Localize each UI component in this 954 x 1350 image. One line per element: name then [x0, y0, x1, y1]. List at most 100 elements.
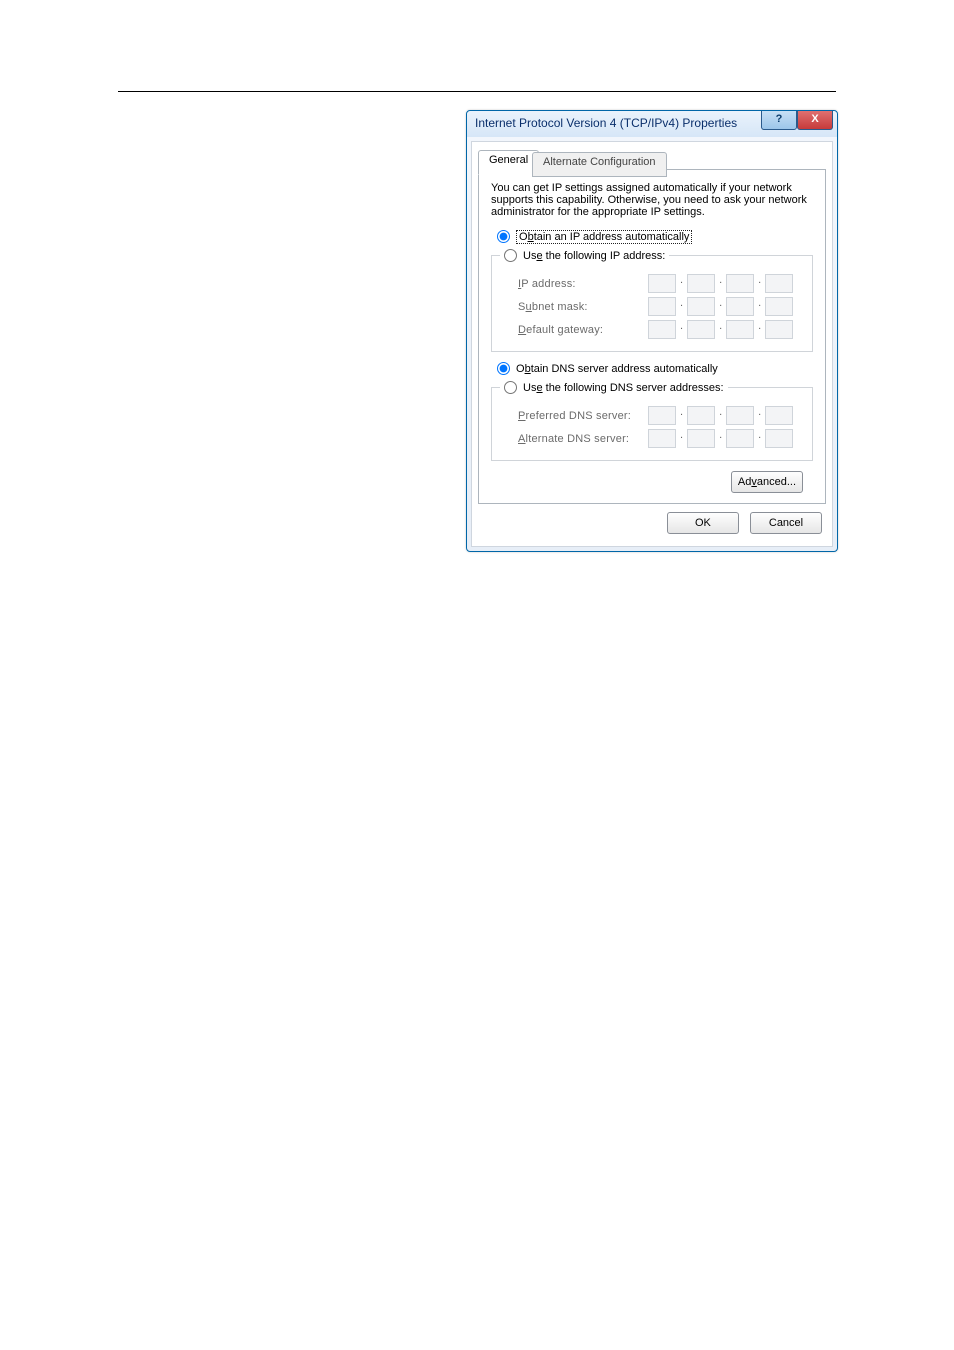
ip-octet[interactable] — [687, 274, 715, 293]
t: P address: — [521, 278, 575, 290]
radio-use-following-ip-label: Use the following IP address: — [523, 250, 665, 262]
preferred-dns-field[interactable]: . . . — [648, 406, 793, 425]
ip-address-field[interactable]: . . . — [648, 274, 793, 293]
label-subnet-mask: Subnet mask: — [518, 301, 648, 313]
t: the following DNS server addresses: — [543, 382, 724, 394]
description-text: You can get IP settings assigned automat… — [491, 182, 813, 218]
tabs: General Alternate Configuration — [478, 148, 826, 170]
subnet-mask-field[interactable]: . . . — [648, 297, 793, 316]
radio-obtain-dns-auto-label: Obtain DNS server address automatically — [516, 363, 718, 375]
dot-icon: . — [758, 297, 761, 316]
dialog-title: Internet Protocol Version 4 (TCP/IPv4) P… — [475, 116, 737, 130]
t: referred DNS server: — [526, 410, 631, 422]
dot-icon: . — [680, 297, 683, 316]
page: Internet Protocol Version 4 (TCP/IPv4) P… — [0, 0, 954, 1350]
dot-icon: . — [719, 297, 722, 316]
t: tain an IP address automatically — [534, 231, 690, 243]
tab-alternate-configuration[interactable]: Alternate Configuration — [532, 152, 667, 177]
advanced-button[interactable]: Advanced... — [731, 471, 803, 493]
dot-icon: . — [680, 406, 683, 425]
dot-icon: . — [719, 274, 722, 293]
dot-icon: . — [758, 406, 761, 425]
dot-icon: . — [758, 320, 761, 339]
row-preferred-dns: Preferred DNS server: . . . — [518, 406, 804, 425]
dot-icon: . — [719, 429, 722, 448]
ip-octet[interactable] — [765, 274, 793, 293]
titlebar: Internet Protocol Version 4 (TCP/IPv4) P… — [467, 111, 837, 137]
t: O — [516, 363, 525, 375]
ip-octet[interactable] — [726, 406, 754, 425]
ip-octet[interactable] — [726, 429, 754, 448]
cancel-button[interactable]: Cancel — [750, 512, 822, 534]
dot-icon: . — [680, 274, 683, 293]
ip-octet[interactable] — [765, 429, 793, 448]
t: the following IP address: — [543, 250, 666, 262]
tab-general[interactable]: General — [478, 150, 539, 175]
advanced-row: Advanced... — [491, 471, 803, 493]
dot-icon: . — [680, 429, 683, 448]
radio-obtain-dns-auto[interactable]: Obtain DNS server address automatically — [497, 362, 813, 375]
dialog-button-row: OK Cancel — [472, 512, 822, 534]
t: tain DNS server address automatically — [531, 363, 718, 375]
group-static-dns: Use the following DNS server addresses: … — [491, 381, 813, 461]
radio-obtain-ip-auto[interactable]: Obtain an IP address automatically — [497, 230, 813, 243]
dot-icon: . — [758, 429, 761, 448]
dot-icon: . — [680, 320, 683, 339]
t: Us — [523, 382, 536, 394]
alternate-dns-field[interactable]: . . . — [648, 429, 793, 448]
t: bnet mask: — [532, 301, 588, 313]
label-ip-address: IP address: — [518, 278, 648, 290]
t: Ad — [738, 476, 751, 488]
t: lternate DNS server: — [526, 433, 630, 445]
t: anced... — [757, 476, 796, 488]
tab-alt-label: Alternate Configuration — [543, 156, 656, 168]
ip-octet[interactable] — [765, 320, 793, 339]
radio-obtain-ip-auto-label: Obtain an IP address automatically — [516, 231, 692, 243]
dialog-body: General Alternate Configuration You can … — [471, 141, 833, 547]
default-gateway-field[interactable]: . . . — [648, 320, 793, 339]
t: D — [518, 324, 526, 336]
t: efault gateway: — [526, 324, 603, 336]
panel-general: You can get IP settings assigned automat… — [478, 170, 826, 504]
radio-use-following-dns-input[interactable] — [504, 381, 517, 394]
t: A — [518, 433, 526, 445]
ip-octet[interactable] — [687, 320, 715, 339]
row-default-gateway: Default gateway: . . . — [518, 320, 804, 339]
group-static-ip-legend: Use the following IP address: — [500, 249, 669, 262]
ip-octet[interactable] — [648, 429, 676, 448]
group-static-ip: Use the following IP address: IP address… — [491, 249, 813, 352]
close-button[interactable]: X — [797, 111, 833, 130]
ip-octet[interactable] — [726, 274, 754, 293]
tab-general-label: General — [489, 154, 528, 166]
radio-obtain-ip-auto-input[interactable] — [497, 230, 510, 243]
ip-octet[interactable] — [648, 297, 676, 316]
t: S — [518, 301, 526, 313]
ip-octet[interactable] — [687, 429, 715, 448]
ip-octet[interactable] — [765, 297, 793, 316]
t: Us — [523, 250, 536, 262]
ip-octet[interactable] — [648, 320, 676, 339]
ip-octet[interactable] — [726, 297, 754, 316]
row-subnet-mask: Subnet mask: . . . — [518, 297, 804, 316]
radio-use-following-dns-label: Use the following DNS server addresses: — [523, 382, 724, 394]
ip-octet[interactable] — [687, 297, 715, 316]
dot-icon: . — [719, 320, 722, 339]
ip-octet[interactable] — [726, 320, 754, 339]
ip-octet[interactable] — [687, 406, 715, 425]
help-icon: ? — [776, 113, 783, 125]
help-button[interactable]: ? — [761, 111, 797, 130]
ip-octet[interactable] — [765, 406, 793, 425]
group-static-dns-legend: Use the following DNS server addresses: — [500, 381, 728, 394]
radio-use-following-ip-input[interactable] — [504, 249, 517, 262]
row-alternate-dns: Alternate DNS server: . . . — [518, 429, 804, 448]
ip-octet[interactable] — [648, 406, 676, 425]
label-preferred-dns: Preferred DNS server: — [518, 410, 648, 422]
close-icon: X — [811, 113, 818, 125]
t: P — [518, 410, 526, 422]
ip-octet[interactable] — [648, 274, 676, 293]
ok-button[interactable]: OK — [667, 512, 739, 534]
row-ip-address: IP address: . . . — [518, 274, 804, 293]
radio-obtain-dns-auto-input[interactable] — [497, 362, 510, 375]
dot-icon: . — [719, 406, 722, 425]
dot-icon: . — [758, 274, 761, 293]
